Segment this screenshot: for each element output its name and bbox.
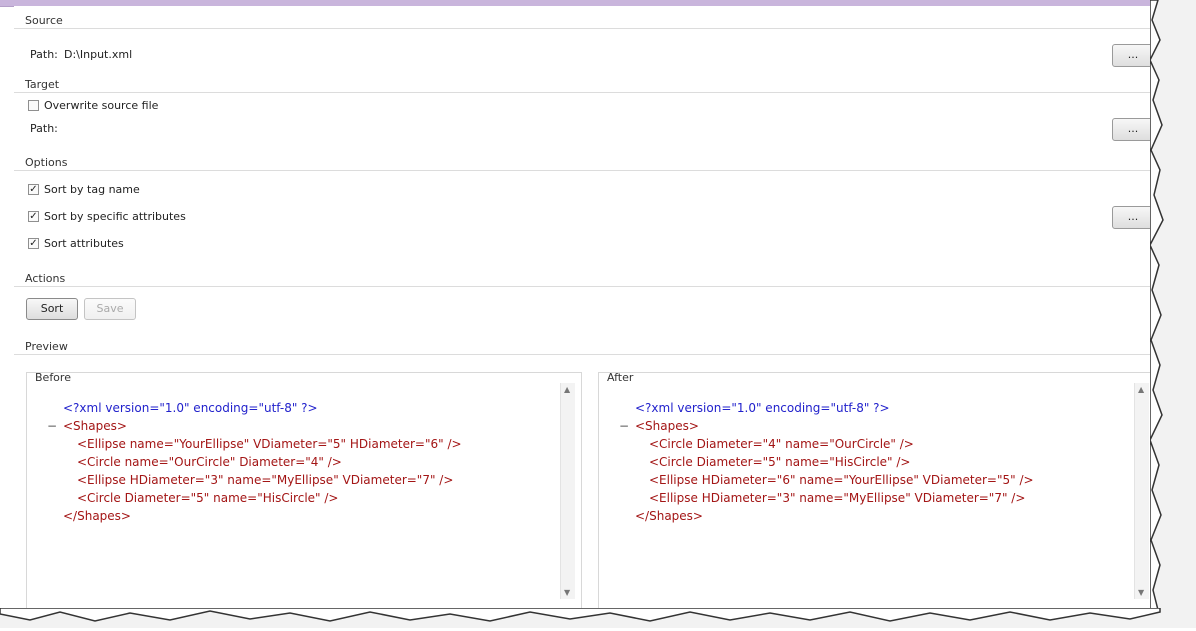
target-group-label: Target bbox=[24, 78, 61, 91]
before-label: Before bbox=[35, 371, 71, 384]
attributes-browse-button[interactable]: ... bbox=[1112, 206, 1154, 229]
xml-sorter-window: Source Path: D:\Input.xml ... Target Ove… bbox=[14, 6, 1160, 614]
overwrite-source-label: Overwrite source file bbox=[44, 98, 159, 112]
actions-group-label: Actions bbox=[24, 272, 67, 285]
before-xml-preview[interactable]: <?xml version="1.0" encoding="utf-8" ?> … bbox=[39, 399, 551, 599]
overwrite-source-checkbox[interactable]: Overwrite source file bbox=[28, 98, 158, 112]
down-arrow-icon[interactable]: ▼ bbox=[564, 588, 570, 597]
after-panel: After <?xml version="1.0" encoding="utf-… bbox=[598, 371, 1156, 610]
torn-edge-bottom bbox=[0, 607, 1196, 628]
sort-by-specific-attributes-label: Sort by specific attributes bbox=[44, 209, 186, 223]
preview-group-label: Preview bbox=[24, 340, 69, 353]
sort-attributes-checkbox[interactable]: ✓ Sort attributes bbox=[28, 236, 124, 250]
code-line: <Circle Diameter="4" name="OurCircle" /> bbox=[649, 437, 914, 451]
source-group-label: Source bbox=[24, 14, 64, 27]
after-label: After bbox=[607, 371, 634, 384]
check-mark-icon[interactable]: ✓ bbox=[28, 237, 39, 249]
actions-group: Actions Sort Save bbox=[14, 272, 1158, 342]
options-group: Options ✓ Sort by tag name ✓ Sort by spe… bbox=[14, 156, 1158, 272]
after-xml-preview[interactable]: <?xml version="1.0" encoding="utf-8" ?> … bbox=[611, 399, 1125, 599]
target-group: Target Overwrite source file Path: ... bbox=[14, 78, 1158, 156]
sort-by-specific-attributes-checkbox[interactable]: ✓ Sort by specific attributes bbox=[28, 209, 186, 223]
sort-by-tag-name-label: Sort by tag name bbox=[44, 182, 140, 196]
code-line: − <Shapes> bbox=[619, 417, 699, 435]
sort-button[interactable]: Sort bbox=[26, 298, 78, 320]
source-group: Source Path: D:\Input.xml ... bbox=[14, 14, 1158, 78]
torn-edge-right bbox=[1149, 0, 1196, 629]
before-panel: Before <?xml version="1.0" encoding="utf… bbox=[26, 371, 582, 610]
target-path-label: Path: bbox=[30, 122, 58, 135]
torn-edge-bottom-shape bbox=[0, 607, 1161, 622]
preview-group: Preview Before <?xml version="1.0" encod… bbox=[14, 340, 1158, 614]
check-mark-icon[interactable]: ✓ bbox=[28, 210, 39, 222]
source-path-value[interactable]: D:\Input.xml bbox=[64, 48, 132, 61]
down-arrow-icon[interactable]: ▼ bbox=[1138, 588, 1144, 597]
code-line: <?xml version="1.0" encoding="utf-8" ?> bbox=[635, 401, 890, 415]
target-browse-button[interactable]: ... bbox=[1112, 118, 1154, 141]
code-line: <Ellipse name="YourEllipse" VDiameter="5… bbox=[77, 437, 462, 451]
collapse-minus-icon[interactable]: − bbox=[619, 417, 629, 435]
check-mark-icon[interactable]: ✓ bbox=[28, 183, 39, 195]
code-line: <?xml version="1.0" encoding="utf-8" ?> bbox=[63, 401, 318, 415]
source-browse-button[interactable]: ... bbox=[1112, 44, 1154, 67]
before-scrollbar[interactable]: ▲ ▼ bbox=[560, 383, 575, 599]
code-line: <Ellipse HDiameter="3" name="MyEllipse" … bbox=[649, 491, 1026, 505]
code-line: <Circle name="OurCircle" Diameter="4" /> bbox=[77, 455, 342, 469]
source-path-label: Path: bbox=[30, 48, 58, 61]
up-arrow-icon[interactable]: ▲ bbox=[1138, 385, 1144, 394]
up-arrow-icon[interactable]: ▲ bbox=[564, 385, 570, 394]
code-line: <Ellipse HDiameter="3" name="MyEllipse" … bbox=[77, 473, 454, 487]
sort-attributes-label: Sort attributes bbox=[44, 236, 124, 250]
torn-edge-shape bbox=[1149, 0, 1164, 629]
collapse-minus-icon[interactable]: − bbox=[47, 417, 57, 435]
code-line: </Shapes> bbox=[635, 509, 703, 523]
code-line: <Circle Diameter="5" name="HisCircle" /> bbox=[649, 455, 911, 469]
checkbox-unchecked-icon[interactable] bbox=[28, 99, 39, 111]
code-line: <Ellipse HDiameter="6" name="YourEllipse… bbox=[649, 473, 1034, 487]
options-group-label: Options bbox=[24, 156, 69, 169]
save-button[interactable]: Save bbox=[84, 298, 136, 320]
after-scrollbar[interactable]: ▲ ▼ bbox=[1134, 383, 1149, 599]
code-line: </Shapes> bbox=[63, 509, 131, 523]
code-line: <Circle Diameter="5" name="HisCircle" /> bbox=[77, 491, 339, 505]
sort-by-tag-name-checkbox[interactable]: ✓ Sort by tag name bbox=[28, 182, 140, 196]
code-line: − <Shapes> bbox=[47, 417, 127, 435]
